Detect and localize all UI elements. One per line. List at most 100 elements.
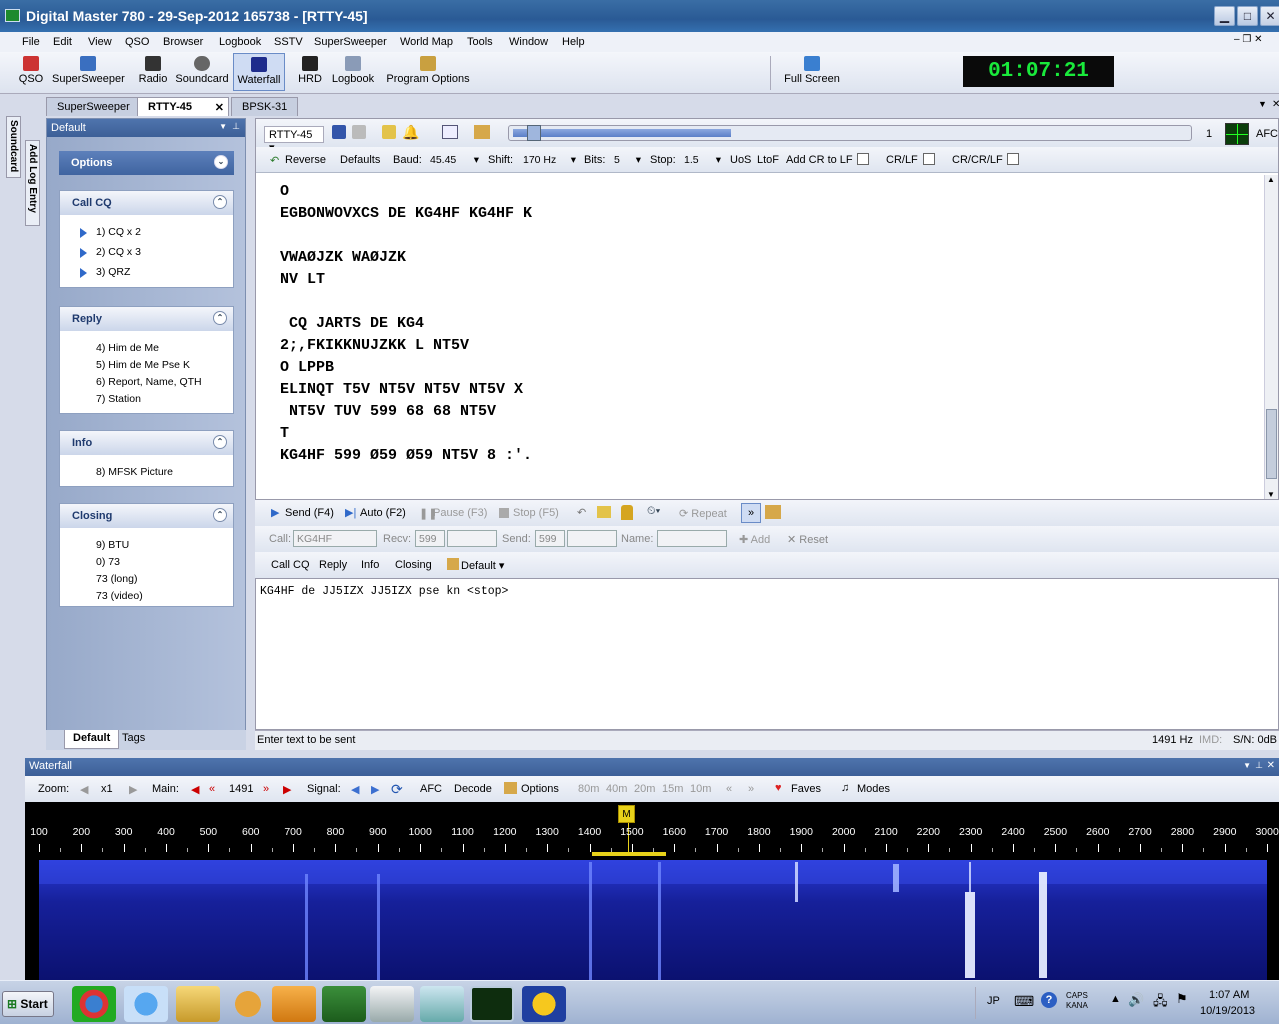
eraser-icon[interactable] (597, 506, 611, 518)
recv-field[interactable]: 599 (415, 530, 445, 547)
undo-icon[interactable]: ↶ (577, 506, 586, 519)
vtab-add-log-entry[interactable]: Add Log Entry (25, 140, 40, 226)
menu-view[interactable]: View (88, 36, 112, 48)
send-field[interactable]: 599 (535, 530, 565, 547)
macro-item[interactable]: 5) Him de Me Pse K (96, 359, 190, 371)
band-20m[interactable]: 20m (634, 783, 655, 795)
vtab-soundcard[interactable]: Soundcard (6, 116, 21, 178)
signal-next-icon[interactable]: ▶ (371, 783, 379, 796)
media-player-icon[interactable] (272, 986, 316, 1022)
volume-icon[interactable]: 🔊 (1128, 992, 1144, 1008)
menu-file[interactable]: File (22, 36, 40, 48)
collapse-icon[interactable]: ⌃ (213, 435, 227, 449)
pin-icon[interactable]: ⊥ (1255, 760, 1263, 771)
macro-item[interactable]: 1) CQ x 2 (96, 226, 141, 238)
afc-label[interactable]: AFC (1256, 128, 1278, 140)
reverse-button[interactable]: Reverse (285, 154, 326, 166)
macro-tab-closing[interactable]: Closing (395, 559, 432, 571)
slider-thumb[interactable] (527, 125, 541, 141)
bits-select[interactable]: 5 ▾ (610, 151, 644, 168)
menu-window[interactable]: Window (509, 36, 548, 48)
hrd-button[interactable]: HRD (296, 56, 324, 85)
menu-qso[interactable]: QSO (125, 36, 149, 48)
group-reply-header[interactable]: Reply ⌃ (60, 307, 233, 331)
tray-date[interactable]: 10/19/2013 (1200, 1005, 1255, 1017)
hrd-app-icon[interactable] (322, 986, 366, 1022)
auto-button[interactable]: Auto (F2) (360, 507, 406, 519)
collapse-icon[interactable]: ⌃ (213, 195, 227, 209)
macro-item[interactable]: 2) CQ x 3 (96, 246, 141, 258)
stop-select[interactable]: 1.5 ▾ (680, 151, 724, 168)
band-80m[interactable]: 80m (578, 783, 599, 795)
crlf-checkbox[interactable] (923, 153, 935, 165)
keyboard-icon[interactable]: ⌨ (1014, 993, 1034, 1010)
logbook-button[interactable]: Logbook (330, 56, 376, 85)
macro-item[interactable]: 73 (long) (96, 573, 137, 585)
collapse-icon[interactable]: ⌃ (213, 508, 227, 522)
settings-icon[interactable] (765, 505, 781, 519)
collapse-options-icon[interactable]: ⌄ (214, 155, 228, 169)
tuning-slider[interactable] (508, 125, 1192, 141)
ltof-toggle[interactable]: LtoF (757, 154, 779, 166)
tray-time[interactable]: 1:07 AM (1209, 989, 1249, 1001)
add-cr-checkbox[interactable] (857, 153, 869, 165)
rx-scrollbar[interactable]: ▲ ▼ (1264, 175, 1278, 499)
scroll-thumb[interactable] (1266, 409, 1277, 479)
mdi-controls[interactable]: ‒ ❐ ✕ (1234, 34, 1262, 45)
window-app-icon[interactable] (370, 986, 414, 1022)
frequency-scale[interactable]: M 100 200 300 400 500 600 700 800 900 1000 1100 120… (25, 802, 1279, 852)
language-indicator[interactable]: JP (987, 995, 1000, 1007)
macro-tab-info[interactable]: Info (361, 559, 379, 571)
globe-app-icon[interactable] (226, 986, 270, 1022)
menu-help[interactable]: Help (562, 36, 585, 48)
scroll-up-icon[interactable]: ▲ (1267, 175, 1275, 184)
band-10m[interactable]: 10m (690, 783, 711, 795)
signal-prev-icon[interactable]: ◀ (351, 783, 359, 796)
macro-item[interactable]: 6) Report, Name, QTH (96, 376, 202, 388)
band-next-icon[interactable]: » (748, 783, 754, 795)
collapse-icon[interactable]: ⌃ (213, 311, 227, 325)
decode-button[interactable]: Decode (454, 783, 492, 795)
group-info-header[interactable]: Info ⌃ (60, 431, 233, 455)
main-left-icon[interactable]: ◀ (191, 783, 199, 796)
marker-m[interactable]: M (618, 805, 635, 823)
start-button[interactable]: ⊞ Start (2, 991, 54, 1017)
supersweeper-button[interactable]: SuperSweeper (52, 56, 125, 85)
waterfall-display[interactable] (25, 852, 1279, 980)
waterfall-afc-button[interactable]: AFC (420, 783, 442, 795)
reset-button[interactable]: ✕ Reset (787, 533, 828, 546)
macro-item[interactable]: 9) BTU (96, 539, 129, 551)
chrome-icon[interactable] (72, 986, 116, 1022)
tab-list-icon[interactable]: ▼ (1258, 99, 1267, 109)
main-fast-right-icon[interactable]: » (263, 783, 269, 795)
file-explorer-icon[interactable] (176, 986, 220, 1022)
macro-item[interactable]: 0) 73 (96, 556, 120, 568)
zoom-next-icon[interactable]: ▶ (129, 783, 137, 796)
macro-default-dropdown[interactable]: Default ▾ (461, 559, 504, 572)
lock-icon[interactable] (621, 505, 633, 520)
radio-button[interactable]: Radio (136, 56, 170, 85)
receive-text[interactable]: O EGBONWOVXCS DE KG4HF KG4HF K VWAØJZK WA… (280, 181, 1240, 467)
macro-item[interactable]: 8) MFSK Picture (96, 466, 173, 478)
tab-bpsk-31[interactable]: BPSK-31 (231, 97, 299, 116)
recv-extra-field[interactable] (447, 530, 497, 547)
main-right-icon[interactable]: ▶ (283, 783, 291, 796)
audio-app-icon[interactable] (522, 986, 566, 1022)
notes-app-icon[interactable] (420, 986, 464, 1022)
name-field[interactable] (657, 530, 727, 547)
uos-toggle[interactable]: UoS (730, 154, 751, 166)
settings-icon[interactable] (474, 125, 490, 139)
save-icon[interactable] (332, 125, 346, 139)
tab-supersweeper[interactable]: SuperSweeper (46, 97, 141, 116)
internet-explorer-icon[interactable] (124, 986, 168, 1022)
main-fast-left-icon[interactable]: « (209, 783, 215, 795)
close-waterfall-icon[interactable]: ✕ (1267, 760, 1275, 771)
close-button[interactable]: ✕ (1260, 6, 1279, 26)
transmit-text-area[interactable]: KG4HF de JJ5IZX JJ5IZX pse kn <stop> (255, 578, 1279, 730)
scroll-down-icon[interactable]: ▼ (1267, 490, 1275, 499)
menu-edit[interactable]: Edit (53, 36, 72, 48)
flag-icon[interactable]: ⚑ (1176, 991, 1188, 1007)
pause-button[interactable]: Pause (F3) (433, 507, 487, 519)
full-screen-button[interactable]: Full Screen (784, 56, 840, 85)
band-40m[interactable]: 40m (606, 783, 627, 795)
